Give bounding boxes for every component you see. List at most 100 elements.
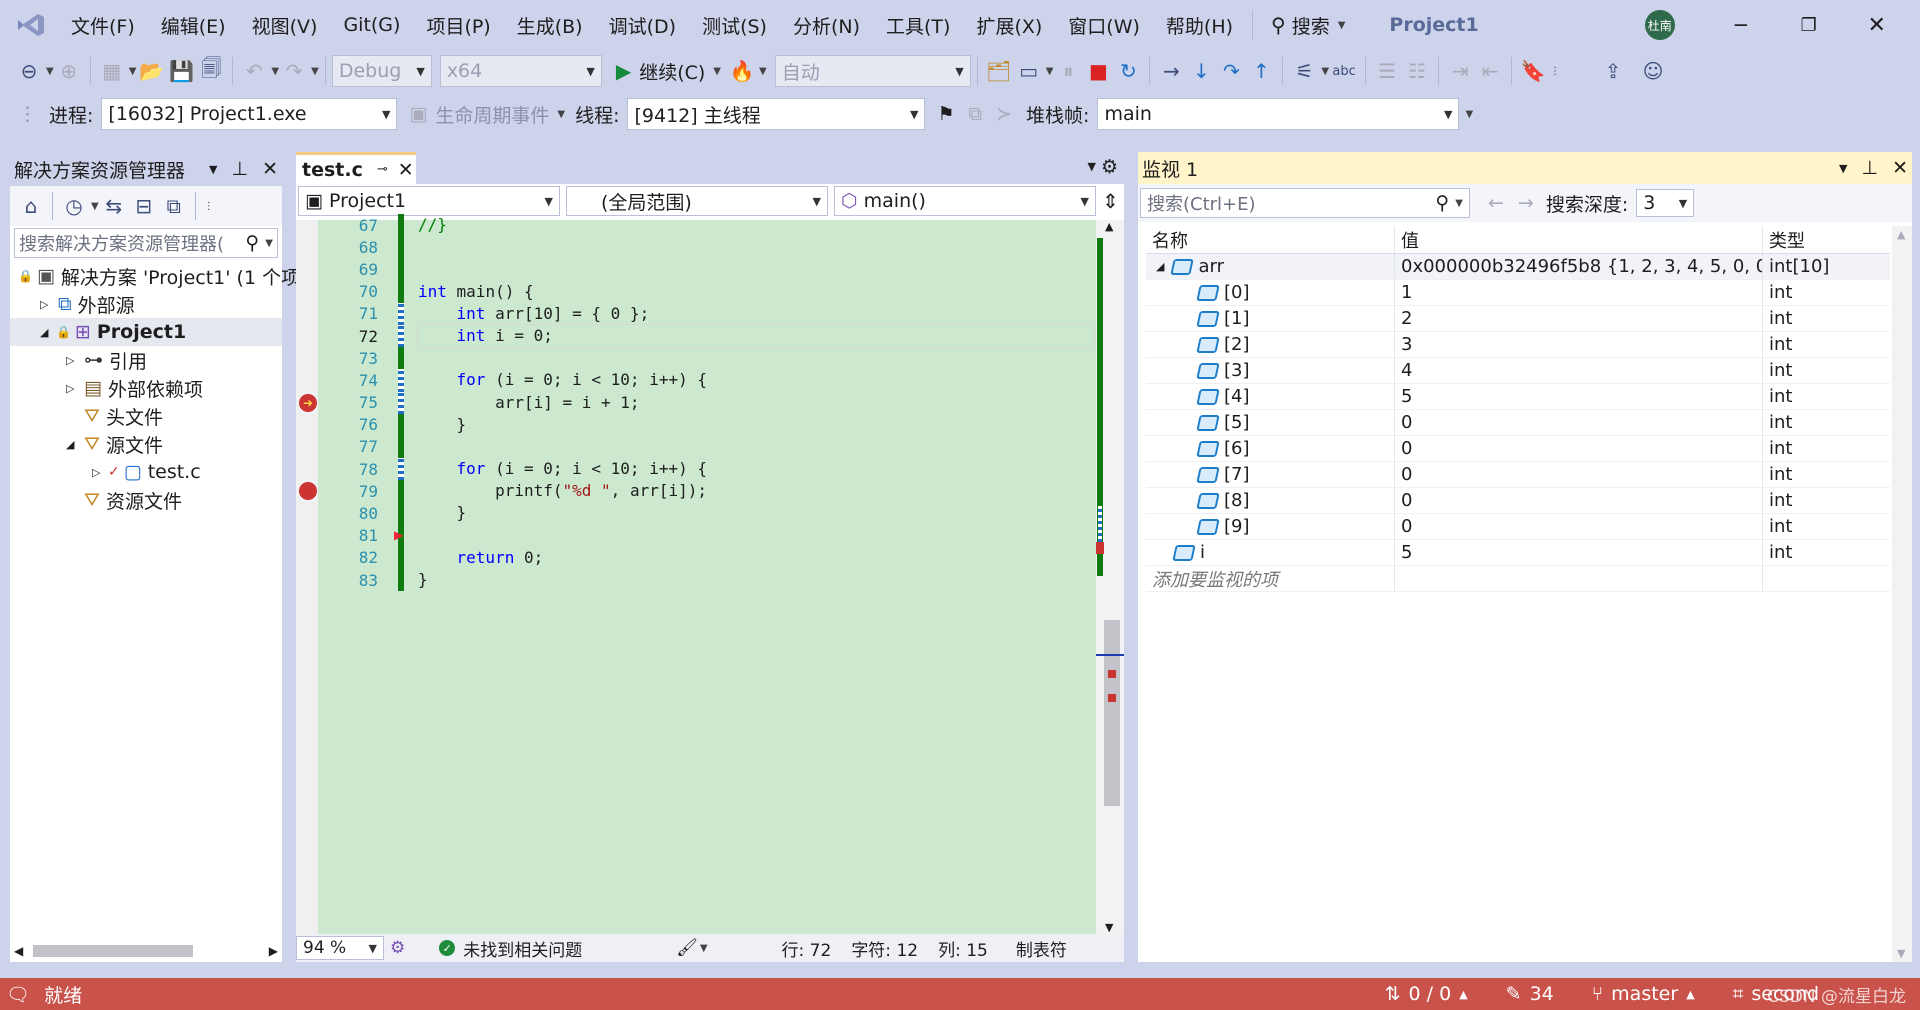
add-watch-row[interactable]: 添加要监视的项 — [1146, 566, 1890, 592]
indent-icon[interactable]: ⇥ — [1445, 56, 1475, 86]
step-out-icon[interactable]: ↑ — [1246, 56, 1276, 86]
chevron-down-icon[interactable]: ▼ — [1455, 198, 1463, 209]
intellicode-icon[interactable]: ⚙ — [390, 938, 405, 958]
menu-item[interactable]: 编辑(E) — [161, 12, 226, 39]
watch-value-cell[interactable]: 0 — [1394, 514, 1762, 539]
scroll-down-icon[interactable]: ▼ — [1105, 921, 1113, 934]
watch-row[interactable]: ◢ arr 0x000000b32496f5b8 {1, 2, 3, 4, 5, 0… — [1146, 254, 1890, 280]
diagnostic-icon[interactable]: ⚟ — [1289, 56, 1319, 86]
watch-search-field[interactable]: 搜索(Ctrl+E) ⚲ ▼ — [1140, 188, 1470, 218]
chevron-down-icon[interactable]: ▼ — [311, 66, 319, 77]
step-over-icon[interactable]: ↷ — [1216, 56, 1246, 86]
feedback-icon[interactable]: ☺ — [1638, 56, 1668, 86]
stack-frame-select[interactable]: main ▼ — [1097, 98, 1460, 130]
pause-icon[interactable]: ⏸ — [1053, 56, 1083, 86]
watch-name-cell[interactable]: [7] — [1146, 464, 1394, 485]
collapsed-arrow-icon[interactable]: ▷ — [66, 382, 82, 395]
zoom-select[interactable]: 94 % ▼ — [296, 936, 384, 960]
collapsed-arrow-icon[interactable]: ▷ — [66, 354, 82, 367]
overflow-icon[interactable]: ⋮ — [204, 201, 214, 212]
open-folder-icon[interactable]: 📂 — [136, 56, 166, 86]
watch-row[interactable]: [2] 3 int — [1146, 332, 1890, 358]
flag-icon[interactable]: ⚑ — [937, 103, 954, 125]
collapsed-arrow-icon[interactable]: ▷ — [40, 298, 56, 311]
minimize-button[interactable]: ─ — [1721, 13, 1761, 37]
watch-name-cell[interactable]: [4] — [1146, 386, 1394, 407]
scroll-down-icon[interactable]: ▼ — [1897, 947, 1905, 960]
scroll-up-icon[interactable]: ▲ — [1897, 228, 1905, 241]
tree-item[interactable]: ▷ ▤ 外部依赖项 — [10, 374, 282, 402]
chevron-down-icon[interactable]: ▼ — [46, 66, 54, 77]
instruction-pointer-icon[interactable]: ➜ — [299, 393, 317, 412]
watch-name-cell[interactable]: [2] — [1146, 334, 1394, 355]
config-select[interactable]: Debug ▼ — [331, 55, 432, 87]
gear-icon[interactable]: ⚙ — [1101, 156, 1118, 178]
thread-select[interactable]: [9412] 主线程 ▼ — [627, 98, 926, 130]
outdent-icon[interactable]: ⇤ — [1475, 56, 1505, 86]
repo-icon[interactable]: ⌗ — [1733, 983, 1744, 1005]
column-number[interactable]: 列: 15 — [938, 936, 988, 961]
code-line[interactable]: 72 int i = 0; — [318, 323, 1095, 349]
save-all-icon[interactable]: 🗐 — [196, 56, 226, 86]
expanded-arrow-icon[interactable]: ◢ — [1156, 260, 1164, 273]
pin-icon[interactable]: ⊥ — [1862, 157, 1879, 179]
sync-icon[interactable]: ⇆ — [99, 191, 129, 221]
tree-item[interactable]: ▷ ⧉ 外部源 — [10, 290, 282, 318]
watch-name-cell[interactable]: [0] — [1146, 282, 1394, 303]
code-line[interactable]: 70 int main() { — [318, 280, 1094, 303]
watch-name-cell[interactable]: [6] — [1146, 438, 1394, 459]
code-line[interactable]: 73 — [318, 347, 1094, 370]
watch-vertical-scrollbar[interactable]: ▲ ▼ — [1892, 226, 1912, 962]
line-number[interactable]: 行: 72 — [782, 936, 832, 961]
chevron-up-icon[interactable]: ▲ — [1459, 988, 1467, 1001]
stop-icon[interactable]: ■ — [1083, 56, 1113, 86]
tree-item[interactable]: 🔒 ▣ 解决方案 'Project1' (1 个项 — [10, 262, 300, 290]
watch-name-cell[interactable]: [5] — [1146, 412, 1394, 433]
watch-row[interactable]: [1] 2 int — [1146, 306, 1890, 332]
search-button[interactable]: ⚲ 搜索 ▼ — [1271, 12, 1345, 39]
search-previous-icon[interactable]: ← — [1488, 192, 1504, 214]
watch-value-cell[interactable]: 3 — [1394, 332, 1762, 357]
restore-button[interactable]: ❐ — [1789, 15, 1829, 36]
code-area[interactable]: 67//} 68 69 70 int main() {71 int arr[10] = … — [296, 214, 1096, 934]
chevron-up-icon[interactable]: ▲ — [1686, 988, 1694, 1001]
expanded-arrow-icon[interactable]: ◢ — [40, 326, 56, 339]
issues-status[interactable]: 未找到相关问题 — [463, 936, 582, 961]
redo-icon[interactable]: ↷ — [279, 56, 309, 86]
depth-select[interactable]: 3 ▼ — [1636, 189, 1695, 217]
code-line[interactable]: 76 } — [318, 413, 1094, 436]
cleanup-icon[interactable]: 🖌 — [676, 938, 698, 958]
scroll-up-icon[interactable]: ▲ — [1105, 220, 1113, 233]
changes-icon[interactable]: ⇅ — [1385, 983, 1401, 1005]
branch-icon[interactable]: ⑂ — [1592, 983, 1603, 1005]
process-icon[interactable]: 🗂 — [984, 56, 1014, 86]
menu-item[interactable]: 文件(F) — [71, 12, 135, 39]
menu-item[interactable]: 项目(P) — [426, 12, 490, 39]
forward-icon[interactable]: ⊕ — [54, 56, 84, 86]
code-line[interactable]: 80 } — [318, 502, 1094, 525]
show-all-files-icon[interactable]: ⧉ — [159, 191, 189, 221]
continue-button[interactable]: ▶ 继续(C) ▼ — [616, 58, 721, 85]
menu-item[interactable]: 工具(T) — [886, 12, 950, 39]
tree-item[interactable]: ⛛ 资源文件 — [10, 486, 282, 514]
menu-item[interactable]: 分析(N) — [793, 12, 860, 39]
collapsed-arrow-icon[interactable]: ▷ — [92, 466, 108, 479]
code-line[interactable]: 79 printf("%d ", arr[i]); — [299, 480, 1094, 503]
watch-name-cell[interactable]: [9] — [1146, 516, 1394, 537]
tabs-mode[interactable]: 制表符 — [1016, 936, 1067, 961]
auto-select[interactable]: 自动 ▼ — [774, 55, 971, 87]
scroll-right-icon[interactable]: ▶ — [269, 944, 278, 958]
code-line[interactable]: 78 for (i = 0; i < 10; i++) { — [318, 458, 1094, 481]
comment-icon[interactable]: ☰ — [1372, 56, 1402, 86]
expanded-arrow-icon[interactable]: ◢ — [66, 438, 82, 451]
code-line[interactable]: 77 — [318, 435, 1094, 459]
code-line[interactable]: 69 — [318, 258, 1094, 281]
scroll-left-icon[interactable]: ◀ — [14, 944, 23, 958]
solution-search-field[interactable]: 搜索解决方案资源管理器( ⚲ ▼ — [14, 228, 278, 258]
watch-row[interactable]: [3] 4 int — [1146, 358, 1890, 384]
close-icon[interactable]: ✕ — [398, 159, 414, 181]
pin-icon[interactable]: ⊸ — [377, 162, 388, 177]
column-header-name[interactable]: 名称 — [1146, 227, 1394, 253]
close-window-button[interactable]: ✕ — [1857, 13, 1897, 38]
column-header-value[interactable]: 值 — [1394, 226, 1762, 253]
